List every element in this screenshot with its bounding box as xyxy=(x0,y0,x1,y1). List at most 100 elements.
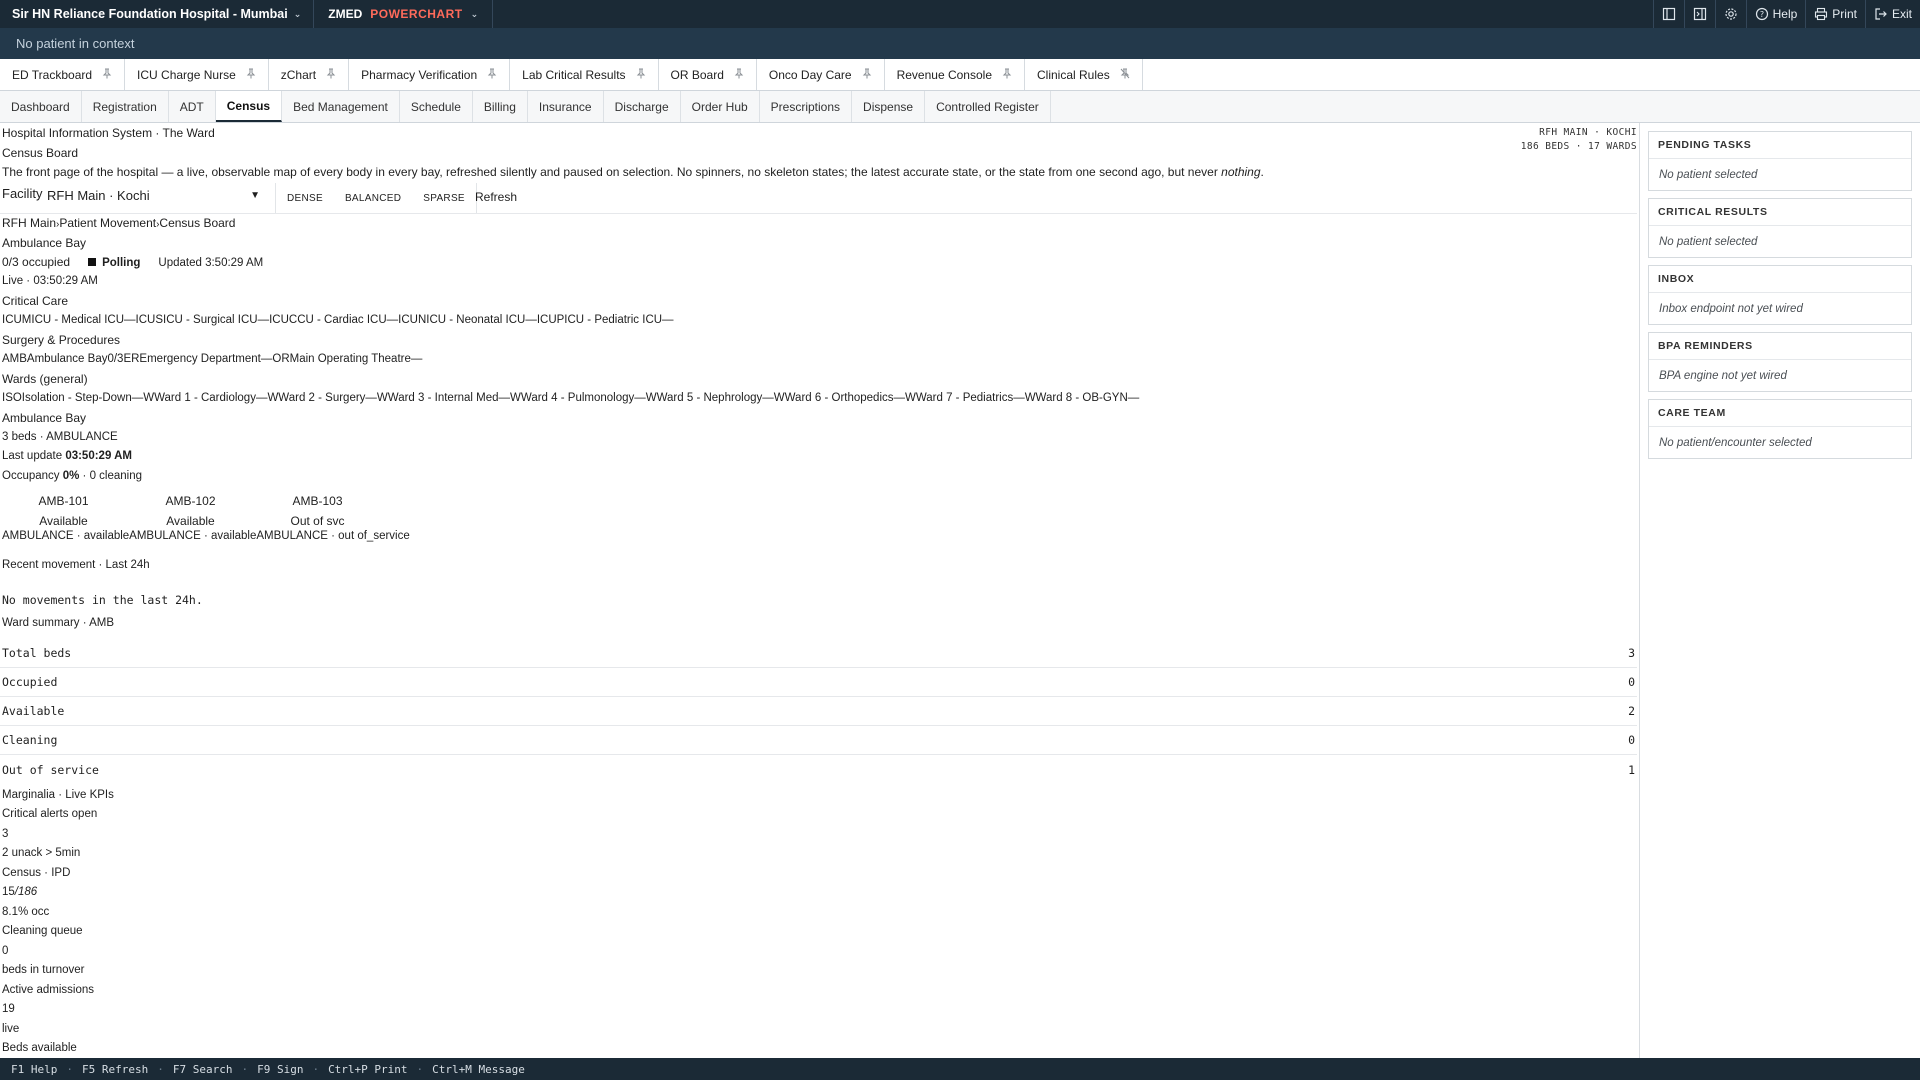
kpi-census-sub: 8.1% occ xyxy=(2,906,50,918)
refresh-button[interactable]: Refresh xyxy=(475,190,517,204)
breadcrumb-facility[interactable]: RFH Main xyxy=(2,216,56,230)
pinned-tab-pharmacy-verification[interactable]: Pharmacy Verification xyxy=(349,59,511,90)
pin-icon[interactable] xyxy=(246,68,256,82)
footer-separator: · xyxy=(66,1062,73,1076)
tab-dashboard[interactable]: Dashboard xyxy=(0,91,82,122)
bed-cell[interactable]: AMB-102 Available xyxy=(127,491,254,531)
pin-icon[interactable] xyxy=(102,68,112,82)
pin-icon[interactable] xyxy=(734,68,744,82)
summary-row-value: 1 xyxy=(1628,762,1635,777)
footer-key-f1-help[interactable]: F1 Help xyxy=(11,1063,57,1076)
bed-type-footer: AMBULANCE · availableAMBULANCE · availab… xyxy=(2,530,410,542)
tab-billing[interactable]: Billing xyxy=(473,91,528,122)
hospital-name: Sir HN Reliance Foundation Hospital - Mu… xyxy=(12,7,288,21)
group-wards-surgery[interactable]: AMBAmbulance Bay0/3EREmergency Departmen… xyxy=(2,353,422,365)
tab-insurance[interactable]: Insurance xyxy=(528,91,604,122)
footer-key-f9-sign[interactable]: F9 Sign xyxy=(257,1063,303,1076)
pinned-tab-ed-trackboard[interactable]: ED Trackboard xyxy=(0,59,126,90)
bed-id: AMB-103 xyxy=(292,494,343,508)
kpi-cleaning-label: Cleaning queue xyxy=(2,925,83,937)
tab-adt[interactable]: ADT xyxy=(169,91,216,122)
tab-schedule[interactable]: Schedule xyxy=(400,91,473,122)
footer-key-ctrl-m-message[interactable]: Ctrl+M Message xyxy=(432,1063,525,1076)
facility-select-value: RFH Main · Kochi xyxy=(47,187,150,203)
summary-row: Cleaning 0 xyxy=(0,726,1637,755)
breadcrumb-section[interactable]: Patient Movement xyxy=(59,216,156,230)
ward-detail-title: Ambulance Bay xyxy=(2,411,87,425)
rail-card-body: No patient/encounter selected xyxy=(1659,436,1812,449)
app-switcher[interactable]: ZMED POWERCHART ⌄ xyxy=(314,0,494,28)
polling-indicator-icon xyxy=(88,258,97,266)
print-button[interactable]: Print xyxy=(1805,0,1865,28)
page-description-text: The front page of the hospital — a live,… xyxy=(2,165,1222,179)
tab-controlled-register[interactable]: Controlled Register xyxy=(925,91,1051,122)
pinned-tab-or-board[interactable]: OR Board xyxy=(659,59,757,90)
rail-card-title: INBOX xyxy=(1649,266,1911,293)
facility-select[interactable]: RFH Main · Kochi ▼ xyxy=(45,185,263,205)
divider xyxy=(0,213,1637,214)
layout-right-button[interactable] xyxy=(1683,0,1715,28)
module-tabs-bar: Dashboard Registration ADT Census Bed Manage… xyxy=(0,91,1920,123)
settings-button[interactable] xyxy=(1714,0,1746,28)
tab-census[interactable]: Census xyxy=(215,91,283,122)
pinned-tab-clinical-rules[interactable]: Clinical Rules xyxy=(1025,59,1143,90)
page-description-emphasis: nothing xyxy=(1221,165,1261,179)
summary-row: Out of service 1 xyxy=(0,755,1637,784)
kpi-census-count: 15 xyxy=(2,886,15,898)
density-balanced-button[interactable]: BALANCED xyxy=(334,183,412,213)
pinned-tab-revenue-console[interactable]: Revenue Console xyxy=(885,59,1025,90)
ward-detail-subtitle: 3 beds · AMBULANCE xyxy=(2,431,118,443)
tab-dispense[interactable]: Dispense xyxy=(852,91,926,122)
kpi-critical-sub: 2 unack > 5min xyxy=(2,847,81,859)
rail-card-body: No patient selected xyxy=(1659,235,1758,248)
pin-icon[interactable] xyxy=(326,68,336,82)
summary-row-value: 0 xyxy=(1628,675,1635,689)
tab-prescriptions[interactable]: Prescriptions xyxy=(760,91,853,122)
bed-grid: AMB-101 Available AMB-102 Available AMB-103 O… xyxy=(0,491,381,531)
kpi-census-label: Census · IPD xyxy=(2,867,71,879)
exit-button[interactable]: Exit xyxy=(1864,0,1920,28)
group-wards-critical-care[interactable]: ICUMICU - Medical ICU—ICUSICU - Surgical… xyxy=(2,314,674,326)
pinned-tab-lab-critical-results[interactable]: Lab Critical Results xyxy=(510,59,659,90)
group-wards-general[interactable]: ISOIsolation - Step-Down—WWard 1 - Cardi… xyxy=(2,392,1139,404)
pinned-tab-onco-day-care[interactable]: Onco Day Care xyxy=(757,59,885,90)
hospital-switcher[interactable]: Sir HN Reliance Foundation Hospital - Mu… xyxy=(0,0,315,28)
bed-cell[interactable]: AMB-101 Available xyxy=(0,491,127,531)
density-sparse-button[interactable]: SPARSE xyxy=(412,183,476,213)
kpi-admissions-label: Active admissions xyxy=(2,984,95,996)
chevron-down-icon: ⌄ xyxy=(293,8,302,19)
ward-summary-title: Ward summary · AMB xyxy=(2,617,115,629)
footer-key-ctrl-p-print[interactable]: Ctrl+P Print xyxy=(328,1063,407,1076)
help-button[interactable]: ? Help xyxy=(1745,0,1806,28)
pin-icon[interactable] xyxy=(636,68,646,82)
census-board-main: Hospital Information System · The Ward C… xyxy=(0,123,1640,1058)
footer-key-f7-search[interactable]: F7 Search xyxy=(173,1063,233,1076)
ward-occupancy-label: Occupancy xyxy=(2,470,63,482)
rail-card-title: CARE TEAM xyxy=(1649,400,1911,427)
app-name: POWERCHART xyxy=(370,7,463,21)
exit-icon xyxy=(1875,8,1887,20)
pin-icon[interactable] xyxy=(1002,68,1012,82)
footer-key-f5-refresh[interactable]: F5 Refresh xyxy=(82,1063,148,1076)
printer-icon xyxy=(1815,7,1828,21)
tab-registration[interactable]: Registration xyxy=(82,91,169,122)
density-dense-button[interactable]: DENSE xyxy=(276,183,334,213)
tab-discharge[interactable]: Discharge xyxy=(604,91,681,122)
summary-row: Total beds 3 xyxy=(0,639,1637,668)
rail-card-bpa-reminders: BPA REMINDERS BPA engine not yet wired xyxy=(1648,332,1912,392)
tab-bed-management[interactable]: Bed Management xyxy=(282,91,400,122)
sidebar-right-icon xyxy=(1693,7,1706,21)
summary-row-value: 0 xyxy=(1628,733,1635,747)
layout-left-button[interactable] xyxy=(1652,0,1684,28)
movement-empty: No movements in the last 24h. xyxy=(2,593,203,607)
facility-code: RFH MAIN · KOCHI xyxy=(1539,127,1637,138)
rail-card-critical-results: CRITICAL RESULTS No patient selected xyxy=(1648,198,1912,258)
pin-icon[interactable] xyxy=(487,68,497,82)
tab-order-hub[interactable]: Order Hub xyxy=(681,91,760,122)
pinned-tab-icu-charge-nurse[interactable]: ICU Charge Nurse xyxy=(125,59,269,90)
pinned-tab-label: Revenue Console xyxy=(896,67,992,82)
bed-cell[interactable]: AMB-103 Out of svc xyxy=(254,491,381,531)
unpin-icon[interactable] xyxy=(1120,68,1130,82)
pinned-tab-zchart[interactable]: zChart xyxy=(269,59,350,90)
pin-icon[interactable] xyxy=(862,68,872,82)
